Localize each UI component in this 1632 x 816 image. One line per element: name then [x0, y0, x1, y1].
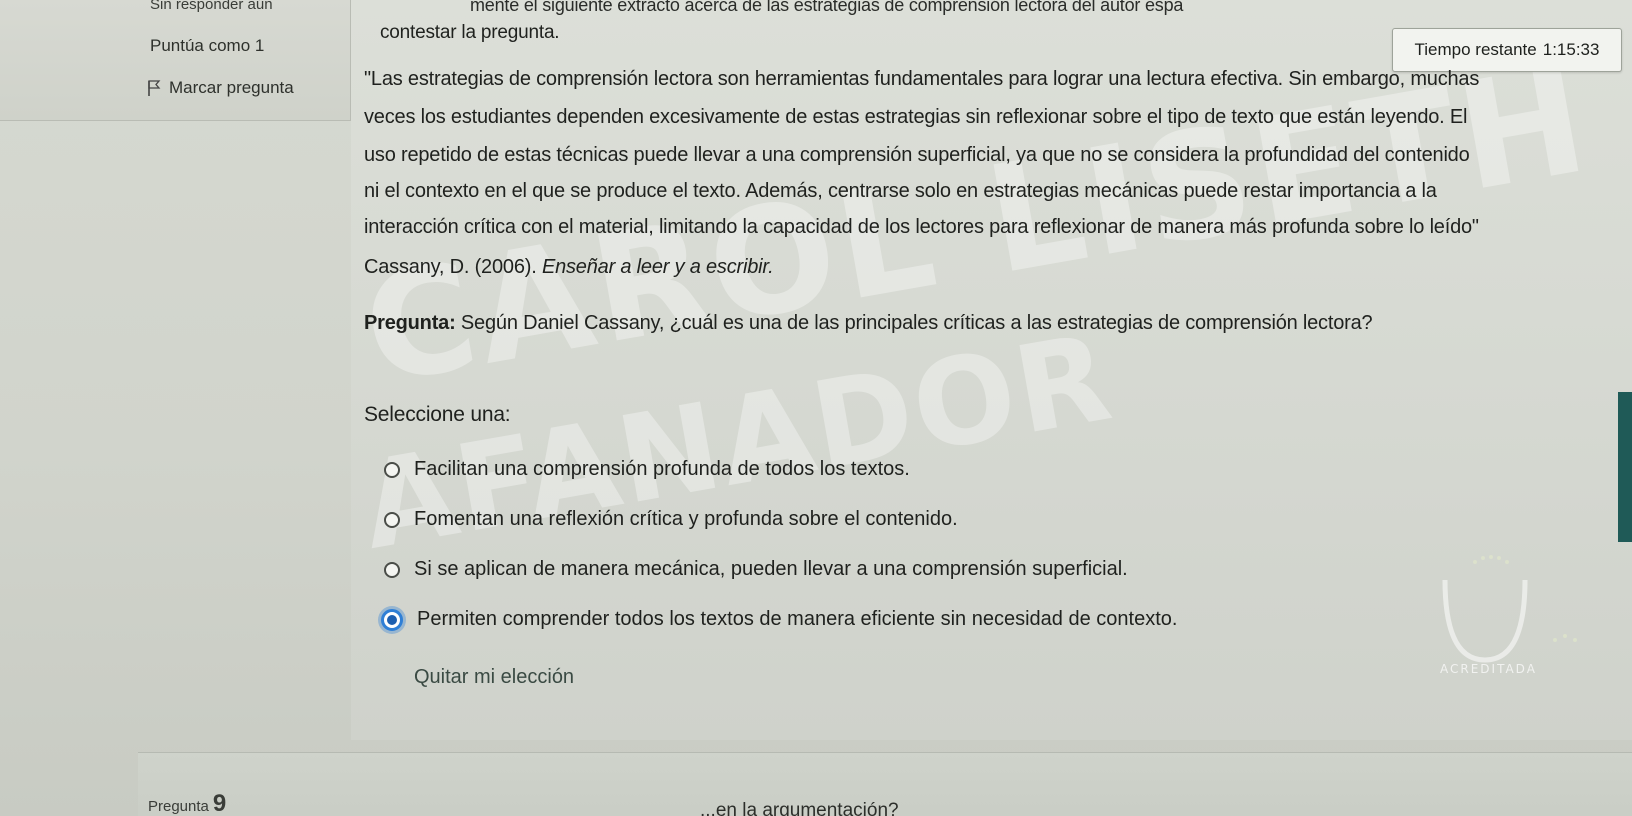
option-text: Facilitan una comprensión profunda de to…	[414, 458, 910, 480]
radio-button[interactable]	[384, 511, 400, 528]
option-text: Permiten comprender todos los textos de …	[417, 608, 1178, 630]
question-body: Según Daniel Cassany, ¿cuál es una de la…	[455, 312, 1373, 334]
passage-intro: mente el siguiente extracto acerca de la…	[470, 0, 1184, 15]
timer-box: Tiempo restante 1:15:33	[1392, 28, 1622, 72]
next-question-number: 9	[212, 790, 227, 816]
next-question-word: Pregunta	[148, 798, 209, 815]
citation: Cassany, D. (2006). Enseñar a leer y a e…	[364, 256, 774, 279]
answer-option-a[interactable]: Facilitan una comprensión profunda de to…	[384, 458, 910, 481]
citation-title: Enseñar a leer y a escribir.	[541, 256, 774, 278]
passage-line: ni el contexto en el que se produce el t…	[364, 180, 1437, 202]
radio-button-selected[interactable]	[381, 608, 403, 631]
option-text: Si se aplican de manera mecánica, pueden…	[414, 558, 1128, 580]
passage-intro-end: contestar la pregunta.	[380, 22, 560, 43]
side-drawer-handle[interactable]	[1618, 392, 1632, 542]
timer-label: Tiempo restante	[1414, 40, 1537, 59]
question-info-panel: Sin responder aún Puntúa como 1 Marcar p…	[0, 0, 351, 121]
logo-subtitle: ACREDITADA	[1440, 662, 1537, 676]
passage-line: "Las estrategias de comprensión lectora …	[364, 68, 1480, 90]
question-status: Sin responder aún	[150, 0, 273, 13]
question-text: Pregunta: Según Daniel Cassany, ¿cuál es…	[364, 312, 1373, 335]
next-question-fragment: ...en la argumentación?	[700, 800, 899, 816]
answer-option-b[interactable]: Fomentan una reflexión crítica y profund…	[384, 508, 958, 531]
passage-line: uso repetido de estas técnicas puede lle…	[364, 144, 1470, 166]
answer-option-c[interactable]: Si se aplican de manera mecánica, pueden…	[384, 558, 1128, 581]
radio-button[interactable]	[384, 561, 400, 578]
timer-value: 1:15:33	[1542, 40, 1600, 59]
passage-line: interacción crítica con el material, lim…	[364, 216, 1479, 238]
next-question-label: Pregunta 9	[148, 790, 226, 816]
question-label: Pregunta:	[364, 312, 456, 334]
flag-question-label: Marcar pregunta	[169, 78, 294, 97]
flag-icon	[148, 80, 161, 96]
flag-question-button[interactable]: Marcar pregunta	[147, 78, 294, 98]
clear-choice-link[interactable]: Quitar mi elección	[414, 666, 574, 689]
quiz-screen: Sin responder aún Puntúa como 1 Marcar p…	[0, 0, 1632, 816]
option-text: Fomentan una reflexión crítica y profund…	[414, 508, 958, 530]
question-score: Puntúa como 1	[150, 36, 265, 55]
radio-button[interactable]	[384, 461, 400, 478]
passage-line: veces los estudiantes dependen excesivam…	[364, 106, 1468, 128]
select-prompt: Seleccione una:	[364, 403, 511, 426]
answer-option-d[interactable]: Permiten comprender todos los textos de …	[381, 608, 1178, 631]
citation-author: Cassany, D. (2006).	[364, 256, 542, 278]
